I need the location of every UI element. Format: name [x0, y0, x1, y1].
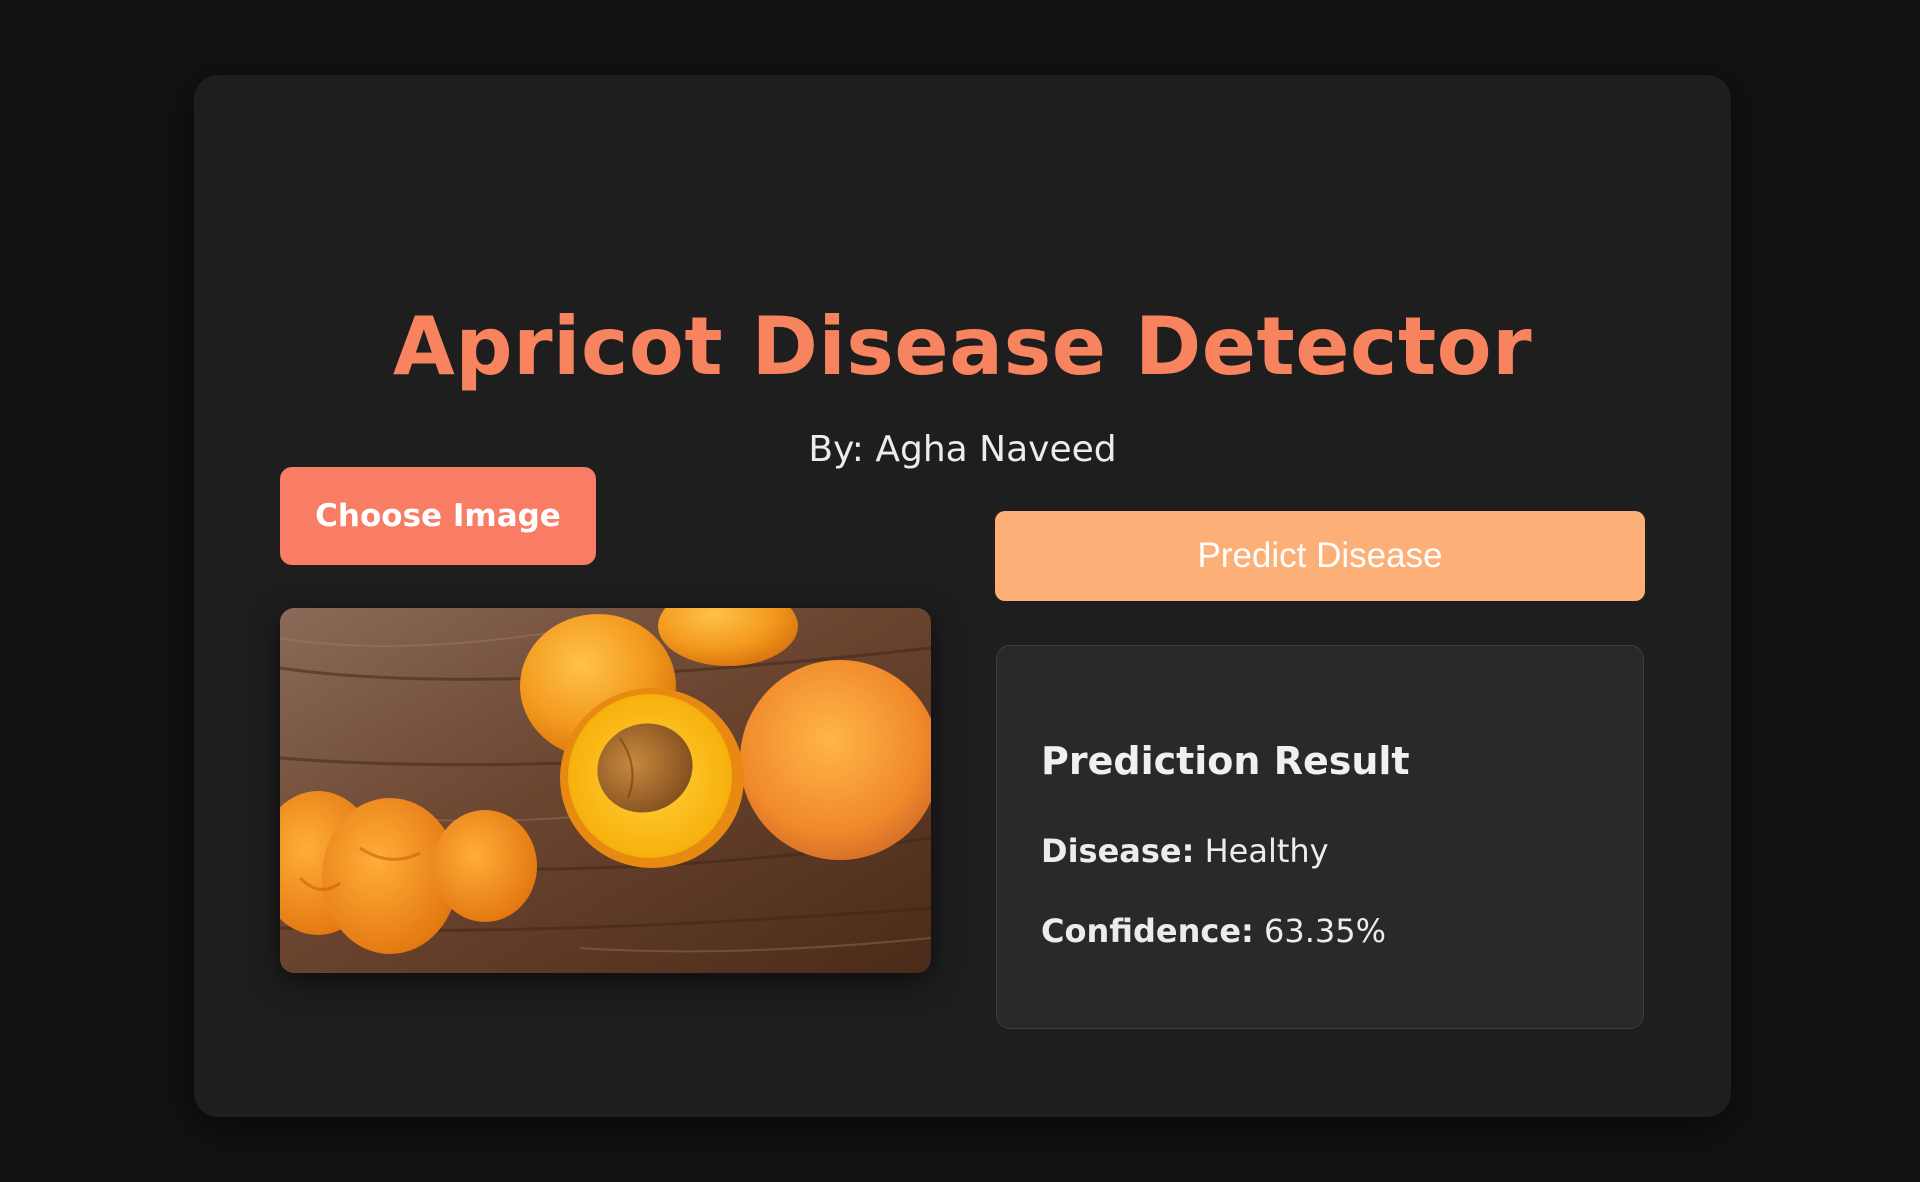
disease-value: Healthy [1204, 832, 1329, 870]
confidence-line: Confidence: 63.35% [1041, 912, 1386, 950]
page-title: Apricot Disease Detector [392, 300, 1533, 393]
prediction-result-panel: Prediction Result Disease: Healthy Confi… [996, 645, 1644, 1029]
choose-image-button[interactable]: Choose Image [280, 467, 596, 565]
disease-label: Disease: [1041, 832, 1195, 870]
confidence-label: Confidence: [1041, 912, 1254, 950]
result-heading: Prediction Result [1041, 739, 1410, 783]
apricot-photo [280, 608, 931, 973]
uploaded-image-preview [280, 608, 931, 973]
predict-disease-button[interactable]: Predict Disease [995, 511, 1645, 601]
confidence-value: 63.35% [1264, 912, 1387, 950]
author-subtitle: By: Agha Naveed [808, 429, 1117, 470]
disease-line: Disease: Healthy [1041, 832, 1329, 870]
